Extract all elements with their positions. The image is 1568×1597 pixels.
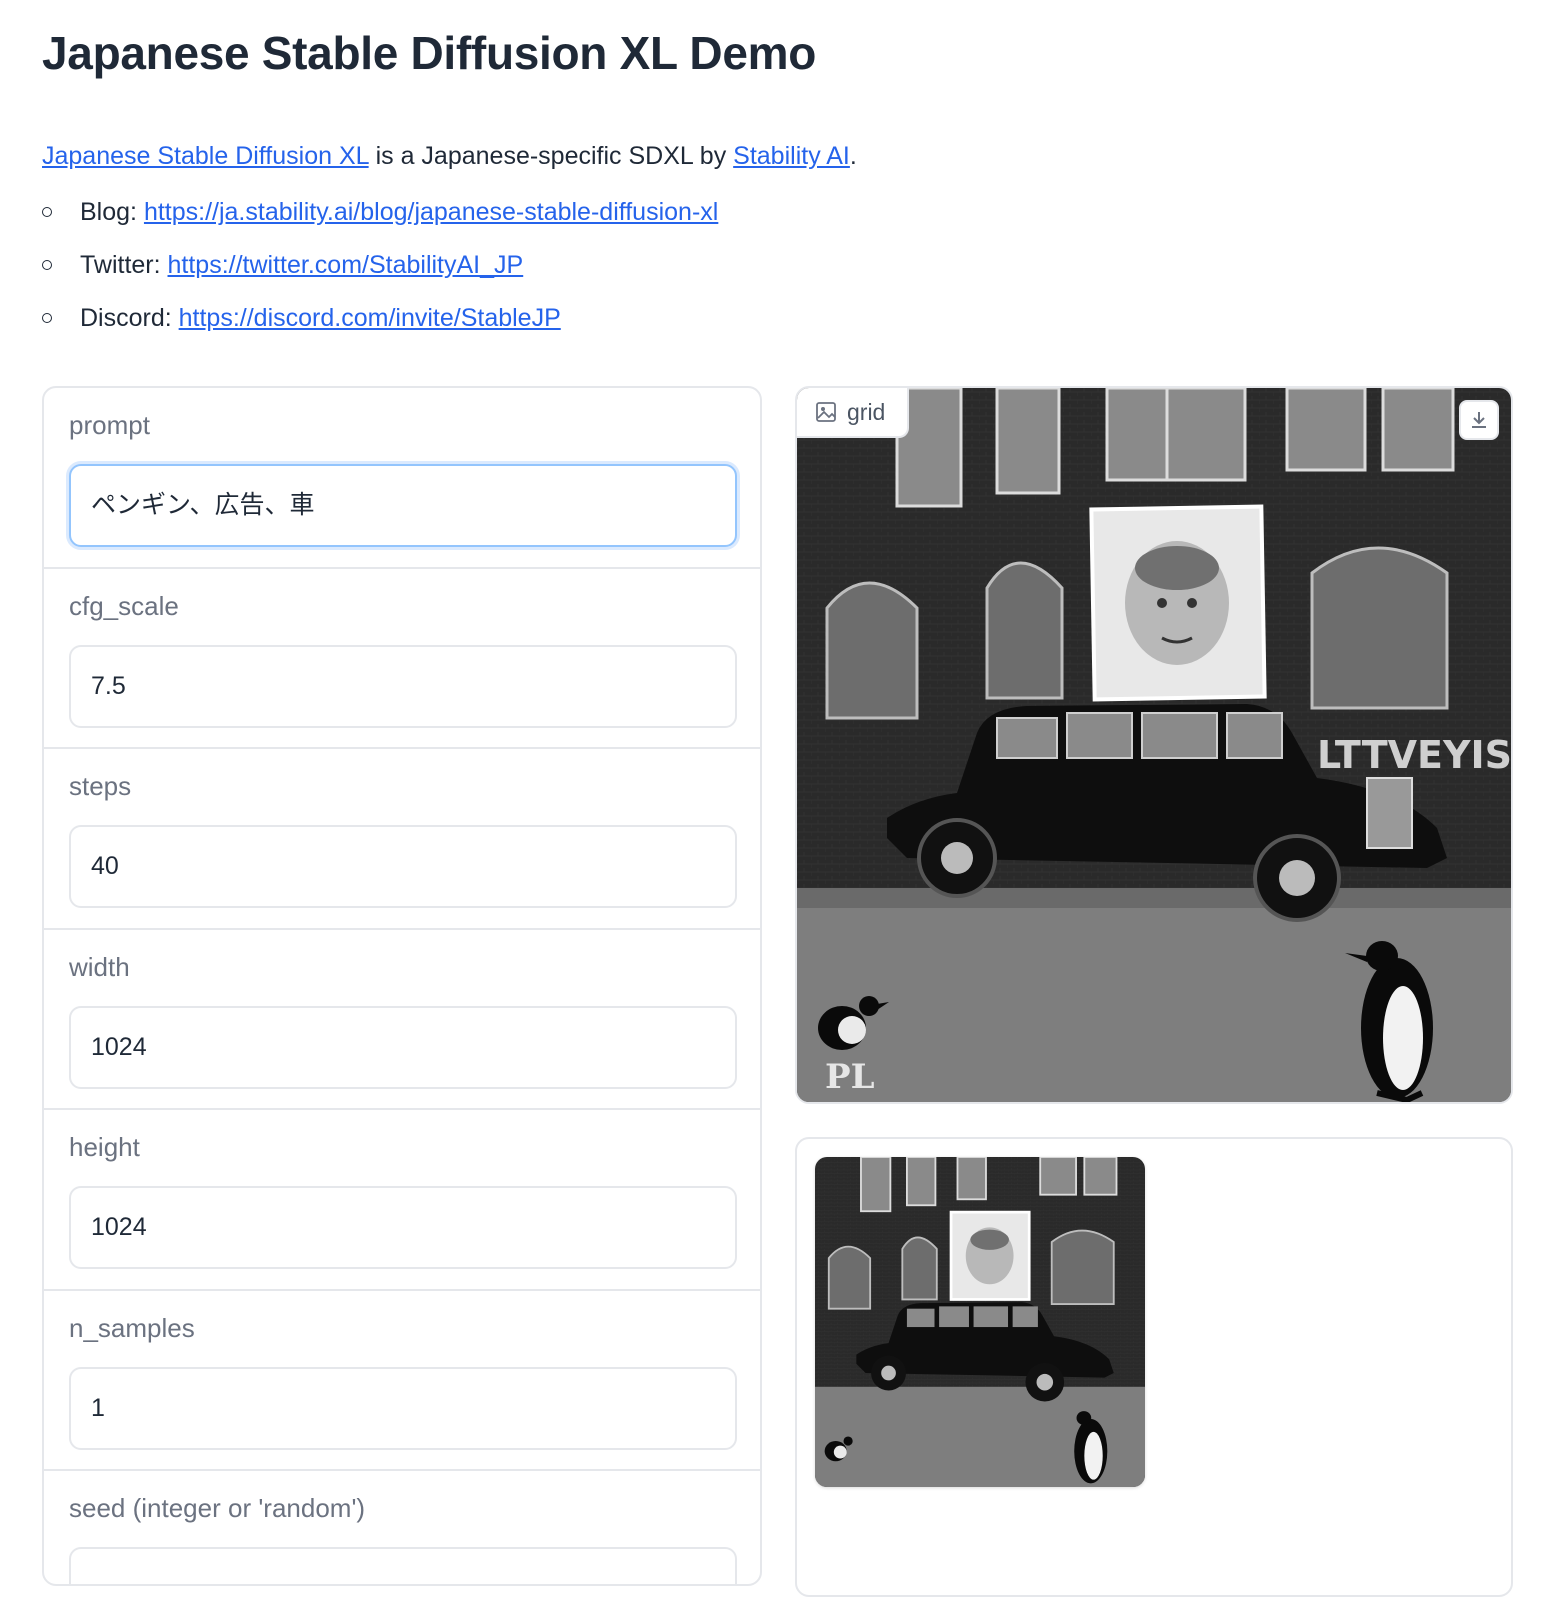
download-icon [1472,412,1486,428]
intro-period: . [849,142,857,170]
twitter-link[interactable]: https://twitter.com/StabilityAI_JP [168,251,524,279]
blog-label: Blog: [80,198,144,226]
list-item-discord: Discord: https://discord.com/invite/Stab… [42,298,718,351]
height-label: height [69,1132,140,1162]
list-item-twitter: Twitter: https://twitter.com/StabilityAI… [42,245,718,298]
intro-text: is a Japanese-specific SDXL by [368,142,734,170]
blog-link[interactable]: https://ja.stability.ai/blog/japanese-st… [144,198,718,226]
width-input[interactable]: 1024 [69,1005,737,1089]
n-samples-input[interactable]: 1 [69,1366,737,1450]
discord-link[interactable]: https://discord.com/invite/StableJP [179,304,561,332]
width-label: width [69,951,130,982]
bullet-icon [42,260,52,270]
gallery-thumbnail[interactable] [815,1157,1145,1487]
intro-paragraph: Japanese Stable Diffusion XL is a Japane… [42,142,857,171]
grid-label: grid [797,388,909,438]
cfg-scale-label: cfg_scale [69,590,179,621]
seed-field: seed (integer or 'random') [44,1471,760,1584]
image-icon [816,402,836,422]
steps-label: steps [69,771,132,801]
links-list: Blog: https://ja.stability.ai/blog/japan… [42,192,718,351]
gallery-panel [795,1137,1513,1597]
discord-label: Discord: [80,304,179,332]
n-samples-field: n_samples 1 [44,1291,760,1471]
stability-ai-link[interactable]: Stability AI [733,142,850,170]
page-title: Japanese Stable Diffusion XL Demo [42,27,817,79]
generated-image: LTTVEYIST [797,388,1513,1102]
n-samples-label: n_samples [69,1312,195,1343]
seed-label: seed (integer or 'random') [69,1493,366,1523]
prompt-label: prompt [69,410,150,440]
bullet-icon [42,207,52,217]
height-input[interactable]: 1024 [69,1186,737,1269]
seed-input[interactable] [69,1547,737,1584]
banner-text: LTTVEYIST [1317,733,1513,777]
width-field: width 1024 [44,930,760,1110]
prompt-field: prompt ペンギン、広告、車 [44,388,760,569]
grid-label-text: grid [847,398,886,425]
cfg-scale-input[interactable]: 7.5 [69,644,737,728]
bullet-icon [42,313,52,323]
input-panel: prompt ペンギン、広告、車 cfg_scale 7.5 steps 40 … [42,386,762,1586]
prompt-input[interactable]: ペンギン、広告、車 [69,464,737,547]
cfg-scale-field: cfg_scale 7.5 [44,569,760,749]
twitter-label: Twitter: [80,251,168,279]
thumbnail-image [815,1157,1145,1487]
list-item-blog: Blog: https://ja.stability.ai/blog/japan… [42,192,718,245]
model-link[interactable]: Japanese Stable Diffusion XL [42,142,369,170]
download-button[interactable] [1459,400,1499,440]
height-field: height 1024 [44,1110,760,1291]
steps-input[interactable]: 40 [69,825,737,908]
output-image-panel: LTTVEYIST [795,386,1513,1104]
steps-field: steps 40 [44,749,760,930]
watermark-text: PL [825,1057,875,1097]
